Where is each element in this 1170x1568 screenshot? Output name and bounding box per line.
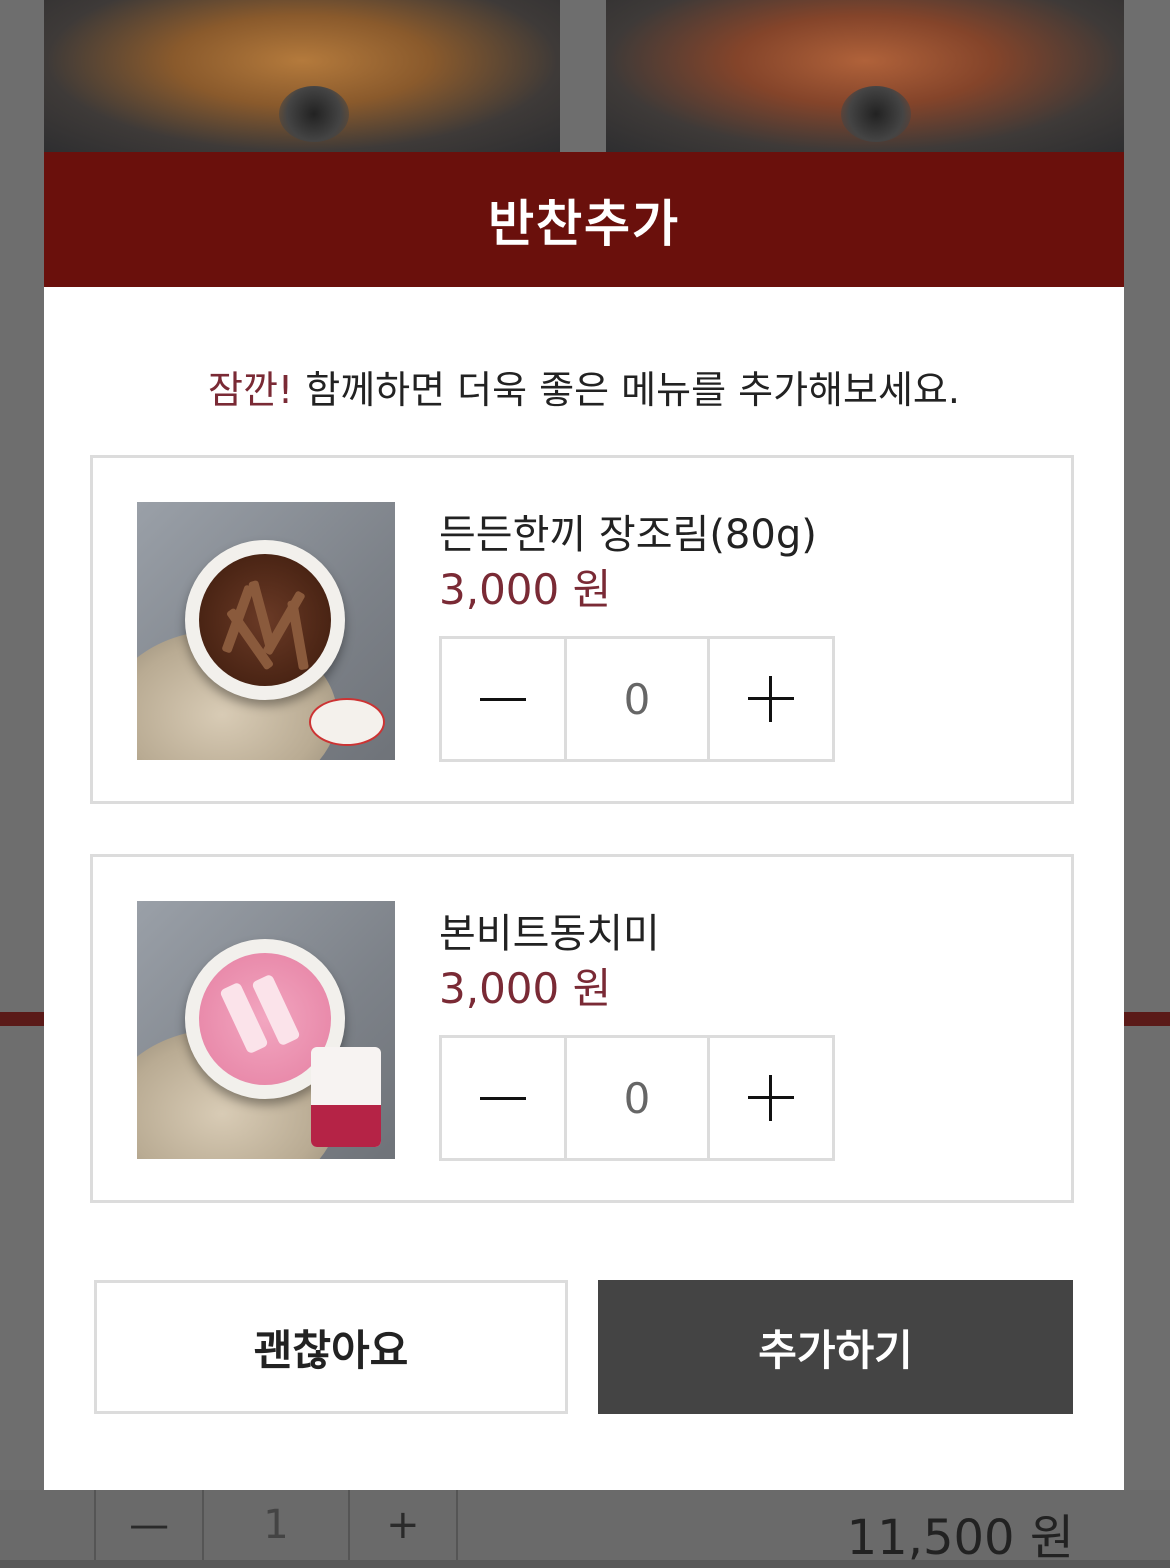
quantity-value[interactable]: 0 <box>564 1038 710 1158</box>
product-image <box>137 901 395 1159</box>
add-side-dish-modal: 반찬추가 잠깐! 함께하면 더욱 좋은 메뉴를 추가해보세요. 든든한끼 장조림… <box>44 152 1124 1490</box>
background-quantity-stepper: — 1 + <box>94 1490 458 1560</box>
background-minus-icon: — <box>94 1490 202 1560</box>
minus-icon <box>480 697 526 701</box>
background-product-image <box>44 0 560 152</box>
quantity-value[interactable]: 0 <box>564 639 710 759</box>
modal-subtitle: 잠깐! 함께하면 더욱 좋은 메뉴를 추가해보세요. <box>44 359 1124 414</box>
product-name: 본비트동치미 <box>439 911 660 957</box>
minus-icon <box>480 1096 526 1100</box>
background-total-price: 11,500 원 <box>846 1510 1074 1566</box>
background-quantity-value: 1 <box>202 1490 348 1560</box>
side-dish-item: 본비트동치미 3,000 원 0 <box>90 854 1074 1203</box>
plus-icon <box>748 676 794 722</box>
decrease-button[interactable] <box>442 639 564 759</box>
increase-button[interactable] <box>710 639 832 759</box>
plus-icon <box>748 1075 794 1121</box>
modal-actions: 괜찮아요 추가하기 <box>94 1280 1074 1414</box>
modal-header: 반찬추가 <box>44 152 1124 287</box>
increase-button[interactable] <box>710 1038 832 1158</box>
product-image <box>137 502 395 760</box>
modal-title: 반찬추가 <box>488 194 680 253</box>
decrease-button[interactable] <box>442 1038 564 1158</box>
subtitle-accent: 잠깐! <box>208 368 294 412</box>
product-name: 든든한끼 장조림(80g) <box>439 512 817 558</box>
add-button[interactable]: 추가하기 <box>598 1280 1073 1414</box>
background-plus-icon: + <box>347 1490 458 1560</box>
cancel-button[interactable]: 괜찮아요 <box>94 1280 568 1414</box>
product-price: 3,000 원 <box>439 565 612 614</box>
quantity-stepper: 0 <box>439 1035 835 1161</box>
subtitle-text: 함께하면 더욱 좋은 메뉴를 추가해보세요. <box>293 368 960 412</box>
side-dish-item: 든든한끼 장조림(80g) 3,000 원 0 <box>90 455 1074 804</box>
quantity-stepper: 0 <box>439 636 835 762</box>
background-product-image <box>606 0 1124 152</box>
product-price: 3,000 원 <box>439 964 612 1013</box>
